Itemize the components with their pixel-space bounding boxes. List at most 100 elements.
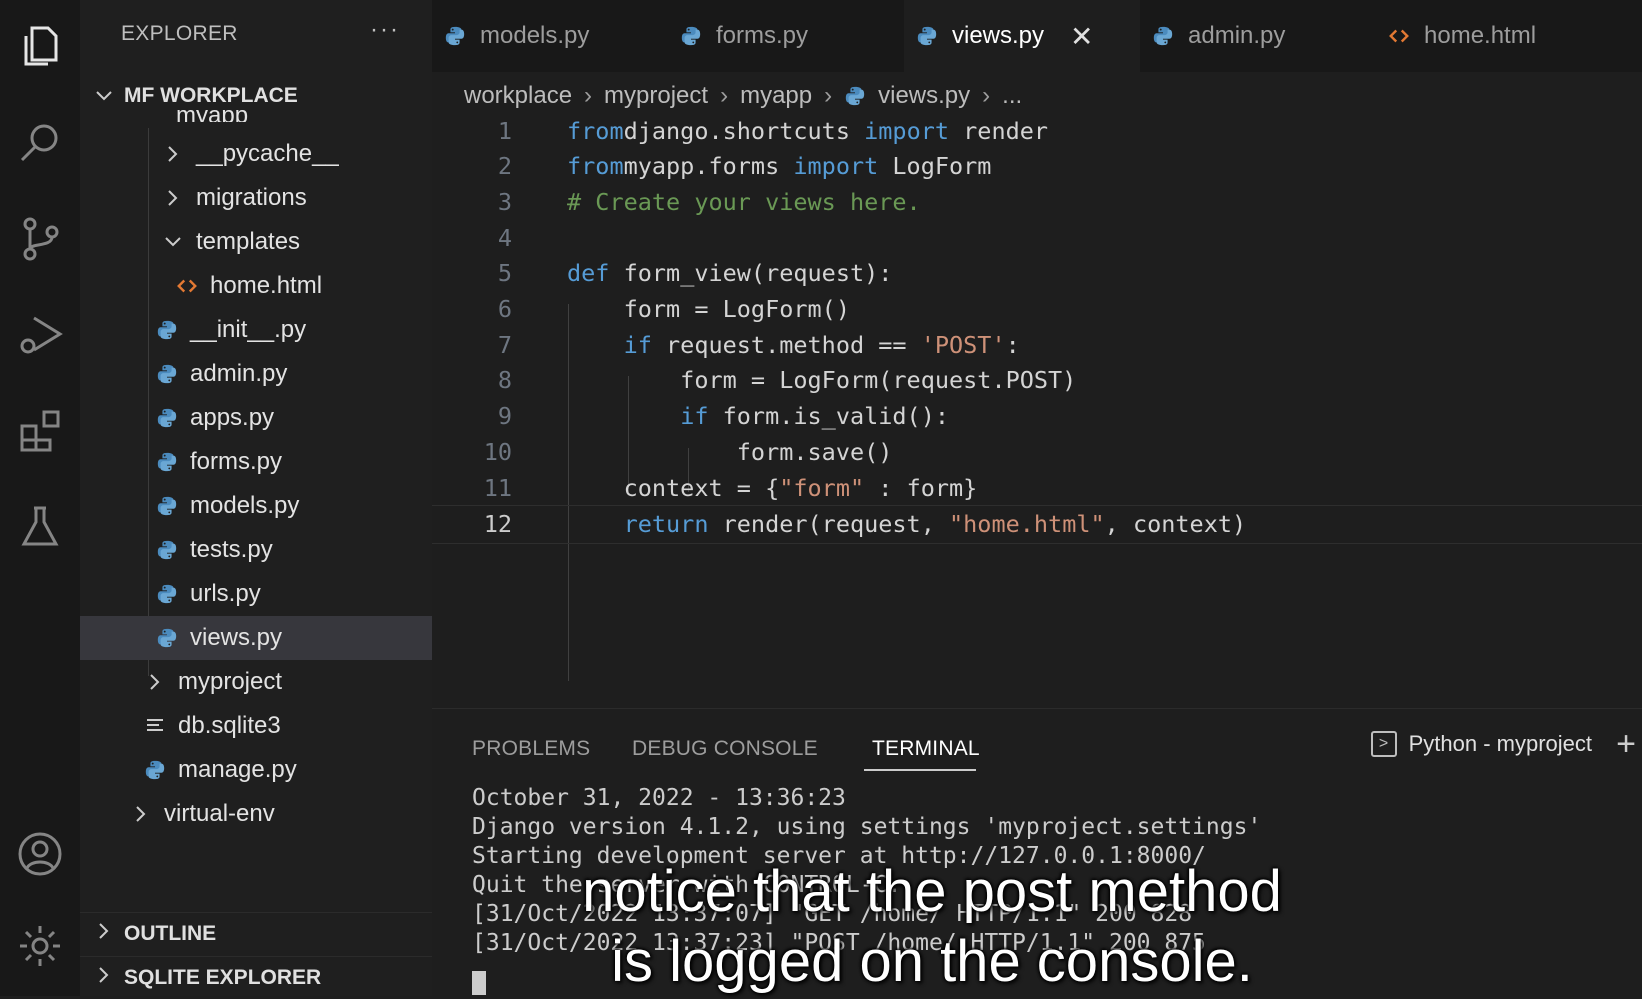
tree-item-init-py[interactable]: __init__.py [80,308,432,352]
tree-item-views-py[interactable]: views.py [80,616,432,660]
code-token: form = LogForm() [567,295,850,323]
outline-section[interactable]: OUTLINE [80,912,432,955]
testing-icon[interactable] [0,486,80,566]
html-file-icon [1388,25,1410,47]
sqlite-explorer-section[interactable]: SQLITE EXPLORER [80,956,432,999]
tab-views-py[interactable]: views.py ✕ [904,0,1140,72]
terminal-line: Django version 4.1.2, using settings 'my… [472,814,1262,840]
tree-item-home-html[interactable]: home.html [80,264,432,308]
breadcrumb-item[interactable]: ... [1002,82,1022,110]
tree-item-forms-py[interactable]: forms.py [80,440,432,484]
code-line[interactable]: 9 if form.is_valid(): [432,398,1642,435]
explorer-icon[interactable] [0,6,80,86]
code-text: form = LogForm() [567,295,850,323]
tree-item-manage-py[interactable]: manage.py [80,748,432,792]
terminal-name: Python - myproject [1408,731,1592,756]
extensions-icon[interactable] [0,390,80,470]
tab-terminal[interactable]: TERMINAL [872,737,980,761]
code-token: form.is_valid(): [708,402,950,431]
code-text: if request.method == 'POST': [567,331,1020,359]
code-token: django.shortcuts [623,116,865,145]
more-actions-button[interactable]: ··· [370,16,400,44]
code-token: , context) [1104,510,1247,539]
code-line[interactable]: 5 def form_view(request): [432,255,1642,292]
run-debug-icon[interactable] [0,294,80,374]
tab-models-py[interactable]: models.py [432,0,668,72]
code-token: render(request, [708,510,950,539]
chevron-right-icon [142,673,168,691]
search-icon[interactable] [0,102,80,182]
breadcrumb-item[interactable]: workplace [464,82,572,110]
code-line[interactable]: 7 if request.method == 'POST': [432,326,1642,363]
code-token: render [949,116,1049,145]
breadcrumb: workplace › myproject › myapp › views.py ›... [464,76,1022,116]
breadcrumb-item[interactable]: myapp [740,82,812,110]
tree-item-apps-py[interactable]: apps.py [80,396,432,440]
settings-icon[interactable] [0,906,80,986]
tab-label: admin.py [1188,22,1286,49]
tab-home-html[interactable]: home.html [1376,0,1642,72]
breadcrumb-separator: › [982,82,991,109]
tree-item-pycache[interactable]: __pycache__ [80,132,432,176]
chevron-right-icon [160,189,186,207]
code-token: "home.html" [949,510,1105,539]
code-line[interactable]: 8 form = LogForm(request.POST) [432,362,1642,399]
code-line[interactable]: 4 [432,219,1642,256]
tree-item-db-sqlite3[interactable]: db.sqlite3 [80,704,432,748]
tree-item-migrations[interactable]: migrations [80,176,432,220]
code-editor[interactable]: 1 fromdjango.shortcuts import render 2 from… [432,117,1642,718]
breadcrumb-item[interactable]: myproject [604,82,708,110]
line-number: 4 [497,223,512,252]
python-file-icon [154,495,180,517]
code-text: # Create your views here. [567,188,921,216]
code-line[interactable]: 1 fromdjango.shortcuts import render [432,112,1642,149]
code-token: if [680,402,709,431]
line-number: 2 [497,152,512,181]
tree-item-label: tests.py [190,536,273,563]
line-number: 10 [483,437,512,466]
tree-item-admin-py[interactable]: admin.py [80,352,432,396]
code-token: import [864,116,950,145]
source-control-icon[interactable] [0,198,80,278]
tree-item-label: forms.py [190,448,283,475]
code-line[interactable]: 10 form.save() [432,433,1642,470]
tree-item-label: urls.py [190,580,261,607]
tree-item-virtual-env[interactable]: virtual-env [80,792,432,836]
code-line[interactable]: 11 context = {"form" : form} [432,469,1642,506]
code-token: form.save() [567,437,893,466]
account-icon[interactable] [0,814,80,894]
section-label: OUTLINE [124,922,217,945]
code-line[interactable]: 2 frommyapp.forms import LogForm [432,148,1642,185]
python-file-icon [154,583,180,605]
tree-item-tests-py[interactable]: tests.py [80,528,432,572]
code-text: def form_view(request): [567,259,892,287]
tree-item-label: views.py [190,624,283,651]
tree-item-myproject[interactable]: myproject [80,660,432,704]
tab-admin-py[interactable]: admin.py [1140,0,1376,72]
code-line[interactable]: 6 form = LogForm() [432,291,1642,328]
tree-item-label: __pycache__ [196,140,339,167]
code-text: form = LogForm(request.POST) [567,366,1076,394]
tree-item-models-py[interactable]: models.py [80,484,432,528]
breadcrumb-separator: › [584,82,593,109]
tab-problems[interactable]: PROBLEMS [472,737,590,761]
tab-forms-py[interactable]: forms.py [668,0,904,72]
close-icon[interactable]: ✕ [1070,20,1093,53]
tree-item-templates[interactable]: templates [80,220,432,264]
terminal-selector[interactable]: > Python - myproject [1370,731,1592,757]
code-line[interactable]: 12 return render(request, "home.html", c… [432,504,1642,544]
code-line[interactable]: 3 # Create your views here. [432,183,1642,220]
chevron-right-icon [160,145,186,163]
code-token: import [793,152,879,181]
new-terminal-button[interactable]: + [1616,725,1636,764]
line-number: 8 [497,366,512,395]
chevron-right-icon [128,805,154,823]
chevron-right-icon [84,966,124,990]
code-token: 'POST' [920,330,1006,359]
breadcrumb-item[interactable]: views.py [878,82,970,110]
tab-label: models.py [480,22,590,49]
python-file-icon [680,25,702,47]
tab-debug-console[interactable]: DEBUG CONSOLE [632,737,818,761]
tree-item-urls-py[interactable]: urls.py [80,572,432,616]
